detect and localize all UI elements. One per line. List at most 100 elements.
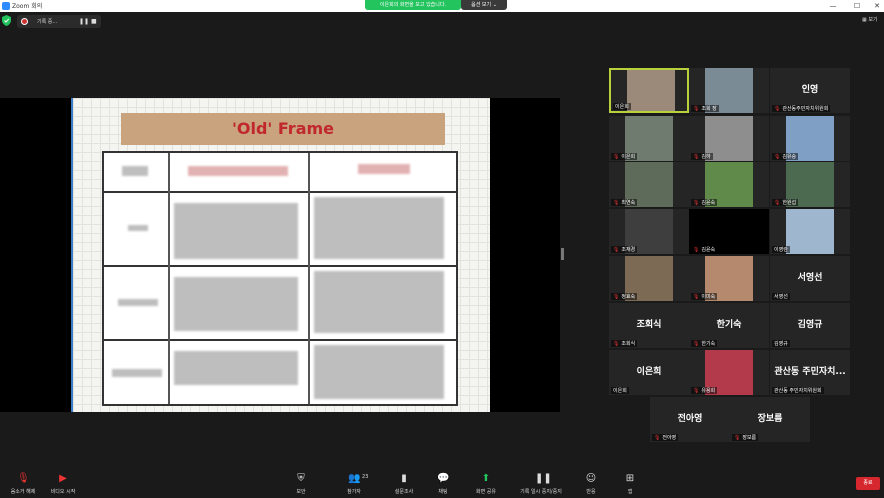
participant-tile[interactable]: 🎙 김윤숙 [689, 162, 769, 207]
participant-name: 전아영 [662, 435, 677, 441]
screen-share-banner: 이은희의 화면을 보고 있습니다. [365, 0, 461, 10]
blurred-text [118, 299, 158, 306]
participant-display-name: 조회식 [636, 320, 662, 330]
view-options-button[interactable]: 옵션 보기 ⌄ [461, 0, 507, 10]
participant-tile[interactable]: 한기숙 🎙 한기숙 [689, 303, 769, 348]
table-divider [104, 339, 456, 341]
participant-name: 이은희 [613, 388, 627, 394]
share-screen-icon: ⬆ [481, 473, 491, 484]
start-video-button[interactable]: ▶ 비디오 시작 [40, 473, 86, 495]
window-title: Zoom 회의 [12, 3, 43, 10]
participant-name: 장보름 [742, 435, 757, 441]
participant-name: 한기숙 [701, 341, 716, 347]
participants-icon: 👥 [348, 473, 361, 484]
apps-label: 앱 [627, 489, 633, 495]
panel-resize-handle[interactable] [561, 248, 564, 260]
participant-name: 김윤숙 [701, 247, 716, 253]
participant-tile[interactable]: 🎙 이은희 [609, 116, 689, 161]
microphone-muted-icon: 🎙 [734, 435, 741, 441]
participant-display-name: 한기숙 [716, 320, 742, 330]
microphone-muted-icon: 🎙 [693, 388, 700, 394]
meeting-toolbar: 🎙 음소거 해제 ▶ 비디오 시작 ⛨ 보안 👥 참가자 ▮ 설문조사 💬 채팅… [0, 470, 884, 498]
participant-tile[interactable]: 🎙 조희 장 [689, 68, 769, 113]
record-button[interactable]: ❚❚ 기록 일시 중지/중지 [518, 473, 564, 495]
participant-tile[interactable]: 이영란 [770, 209, 850, 254]
participant-video [627, 70, 675, 111]
participant-name-label: 🎙 최연숙 [611, 199, 638, 206]
slide-title-box: 'Old' Frame [121, 113, 445, 145]
participant-tile[interactable]: 🎙 이미숙 [689, 256, 769, 301]
zoom-window: { "window": { "title": "Zoom 회의", "minim… [0, 0, 884, 498]
participant-tile[interactable]: 전아영 🎙 전아영 [650, 397, 730, 442]
participant-name: 조희 장 [701, 106, 717, 112]
microphone-muted-icon: 🎙 [17, 473, 30, 484]
participant-tile[interactable]: 🎙 김윤숙 [689, 209, 769, 254]
chat-button[interactable]: 💬 채팅 [420, 473, 466, 495]
close-button[interactable]: ✕ [866, 0, 884, 12]
zoom-logo-icon [2, 2, 10, 10]
participant-tile[interactable]: 조회식 🎙 조회식 [609, 303, 689, 348]
blurred-text [112, 369, 162, 377]
participant-tile[interactable]: 🎙 조재경 [609, 209, 689, 254]
participant-tile[interactable]: 관산동 주민자치... 관산동 주민자치위원회 [770, 350, 850, 395]
microphone-muted-icon: 🎙 [613, 294, 620, 300]
participant-tile[interactable]: 🎙 김유승 [770, 116, 850, 161]
minimize-button[interactable]: — [822, 0, 844, 12]
share-screen-label: 화면 공유 [476, 489, 496, 495]
view-button[interactable]: ▦ 보기 [862, 16, 878, 23]
participant-display-name: 전아영 [677, 414, 703, 424]
participant-name: 정효숙 [621, 294, 636, 300]
stop-recording-icon[interactable]: ■ [91, 18, 97, 25]
participant-name: 최연숙 [621, 200, 636, 206]
participant-display-name: 장보름 [757, 414, 783, 424]
end-meeting-label: 종료 [863, 480, 873, 486]
participant-tile[interactable]: 인영 🎙 관산동주민자치위원회 [770, 68, 850, 113]
share-screen-button[interactable]: ⬆ 화면 공유 [463, 473, 509, 495]
participant-tile[interactable]: 이은희 [609, 68, 689, 113]
start-video-label: 비디오 시작 [50, 489, 76, 495]
table-divider [168, 153, 170, 404]
pause-recording-icon[interactable]: ❚❚ [79, 18, 89, 25]
participant-name-label: 🎙 장보름 [732, 434, 759, 441]
end-meeting-button[interactable]: 종료 [856, 477, 880, 490]
participant-tile[interactable]: 🎙 김하 [689, 116, 769, 161]
participant-name-label: 🎙 조회식 [611, 340, 638, 347]
participant-name: 이은희 [615, 104, 629, 110]
participant-name-label: 🎙 한원섭 [772, 199, 799, 206]
apps-button[interactable]: ⊞ 앱 [607, 473, 653, 495]
participant-tile[interactable]: 🎙 최연숙 [609, 162, 689, 207]
participant-tile[interactable]: 🎙 한원섭 [770, 162, 850, 207]
participant-count: 23 [362, 474, 369, 480]
participant-name: 조재경 [621, 247, 636, 253]
participant-tile[interactable]: 김영규 김영규 [770, 303, 850, 348]
blurred-text [314, 271, 444, 333]
participant-name: 김윤숙 [701, 200, 716, 206]
pause-recording-icon: ❚❚ [535, 473, 552, 484]
participant-tile[interactable]: 서영선 서영선 [770, 256, 850, 301]
participant-tile[interactable]: 🎙 유용희 [689, 350, 769, 395]
participant-name-label: 🎙 정효숙 [611, 293, 638, 300]
shield-icon[interactable] [2, 15, 11, 26]
microphone-muted-icon: 🎙 [693, 154, 700, 160]
participant-tile[interactable]: 장보름 🎙 장보름 [730, 397, 810, 442]
participant-name-label: 김영규 [772, 340, 790, 347]
microphone-muted-icon: 🎙 [693, 200, 700, 206]
microphone-muted-icon: 🎙 [774, 106, 781, 112]
recording-label: 기록 중... [37, 19, 58, 25]
table-divider [104, 265, 456, 267]
blurred-text [188, 166, 288, 176]
participant-video [786, 209, 834, 254]
participant-name: 조회식 [621, 341, 636, 347]
blurred-text [174, 203, 298, 259]
participant-display-name: 이은희 [636, 367, 662, 377]
security-label: 보안 [296, 489, 306, 495]
security-button[interactable]: ⛨ 보안 [278, 473, 324, 495]
participant-name-label: 🎙 한기숙 [691, 340, 718, 347]
participant-tile[interactable]: 이은희 이은희 [609, 350, 689, 395]
microphone-muted-icon: 🎙 [693, 294, 700, 300]
view-button-label: 보기 [868, 17, 878, 23]
maximize-button[interactable]: ☐ [846, 0, 868, 12]
recording-dot-icon [21, 18, 28, 25]
participants-button[interactable]: 👥 참가자 [331, 473, 377, 495]
participant-tile[interactable]: 🎙 정효숙 [609, 256, 689, 301]
